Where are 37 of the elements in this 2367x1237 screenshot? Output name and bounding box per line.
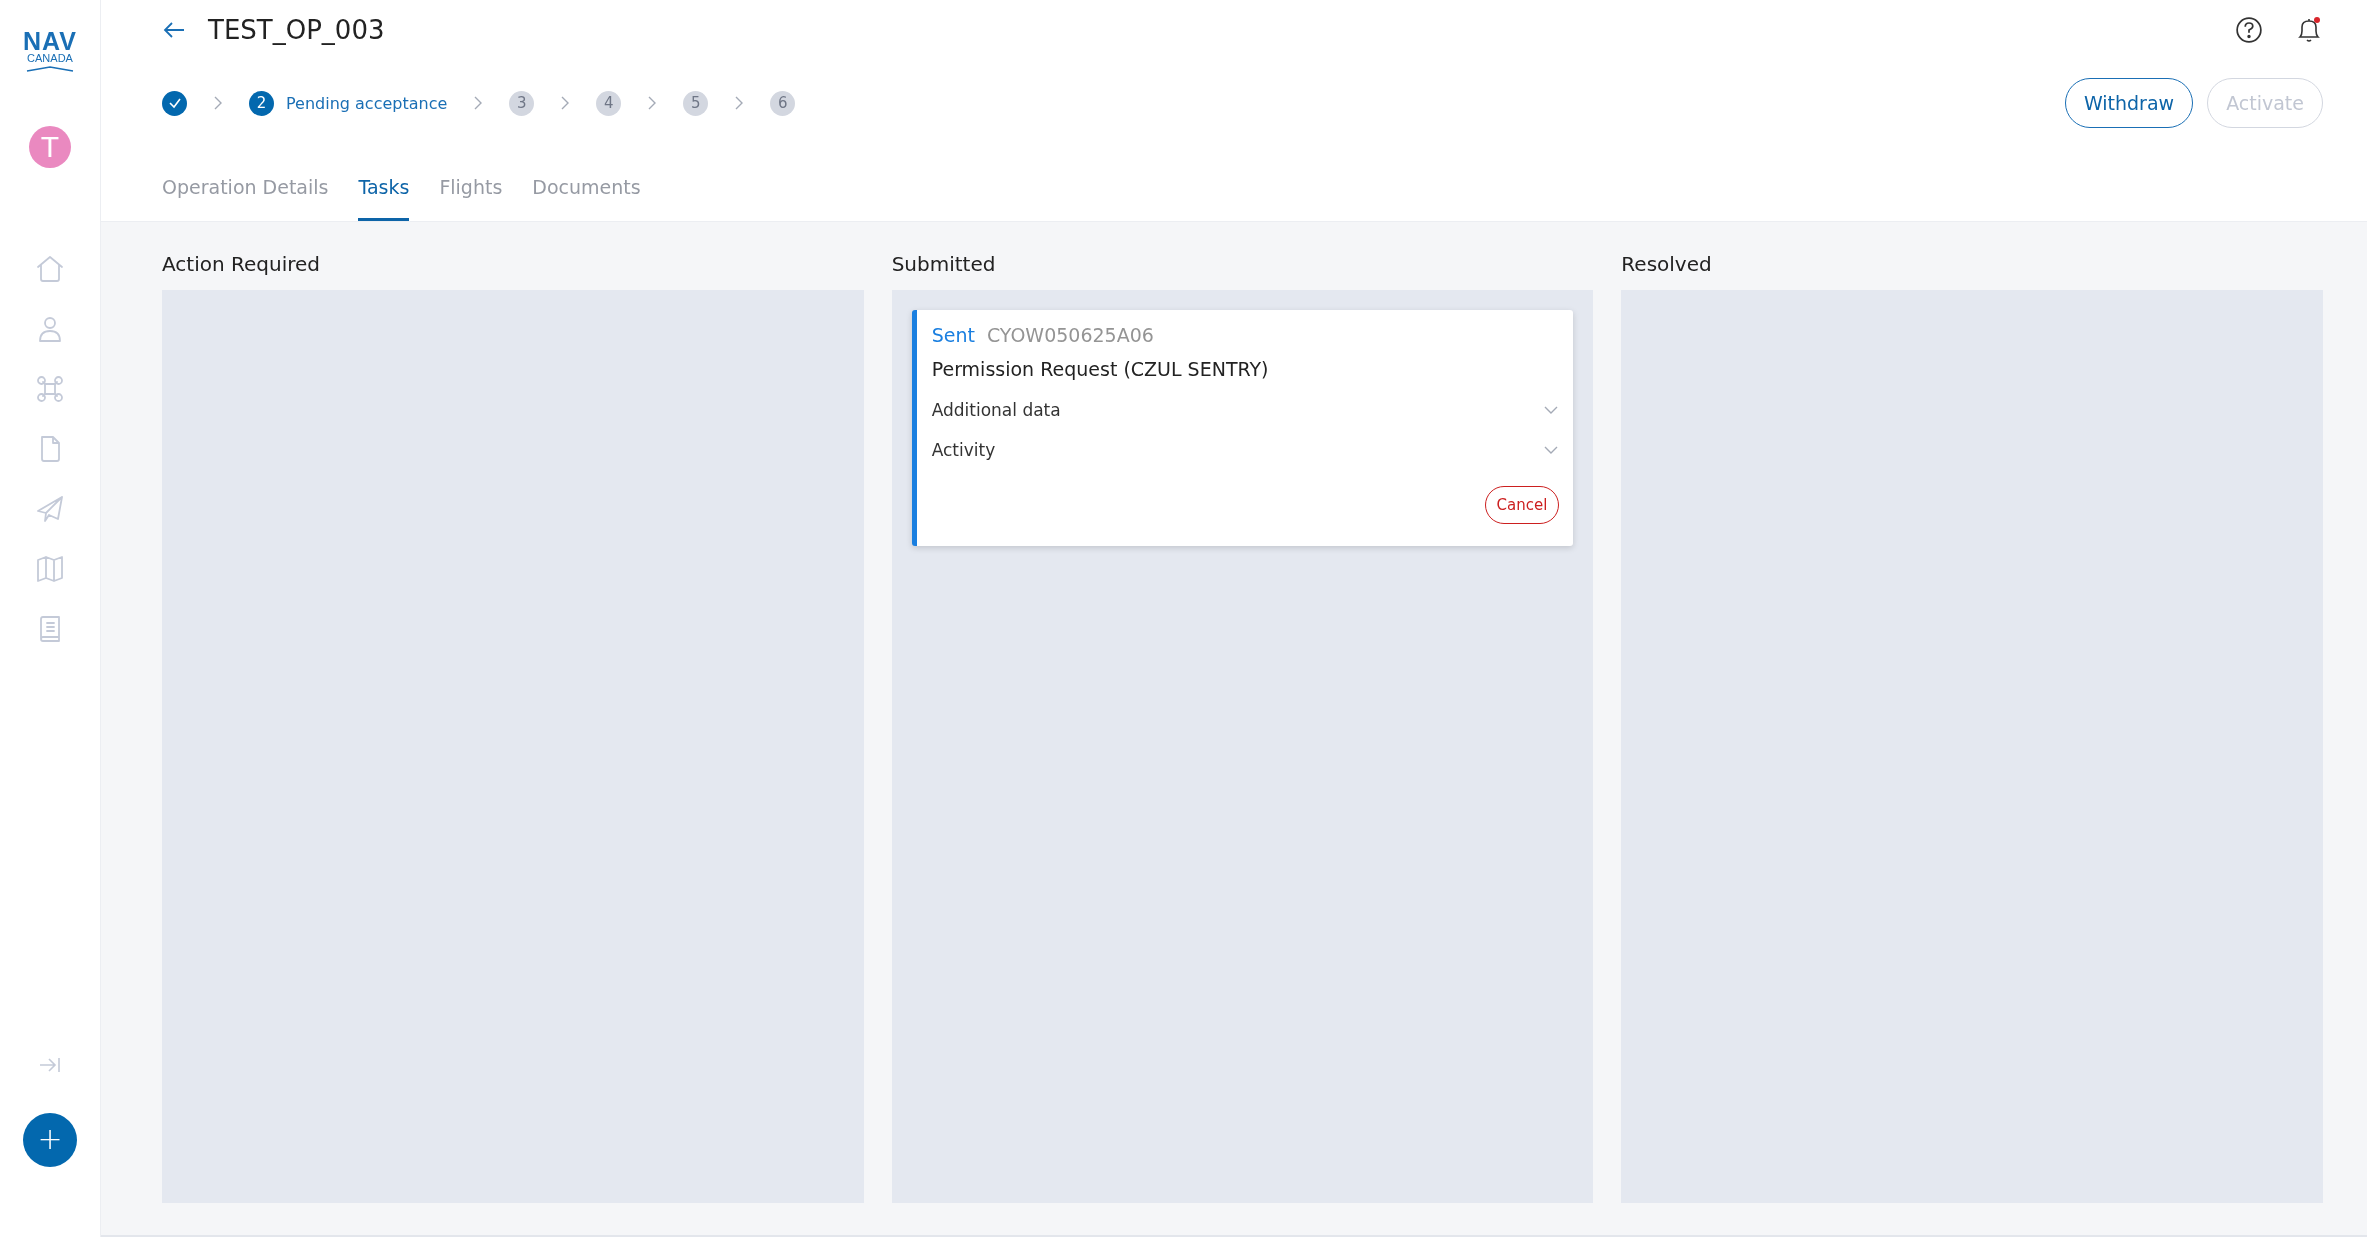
logo-subtitle: CANADA bbox=[27, 52, 73, 64]
reference-number: CYOW050625A06 bbox=[986, 324, 1154, 346]
page-title: TEST_OP_003 bbox=[208, 15, 385, 45]
chevron-down-icon[interactable] bbox=[1543, 445, 1560, 455]
column-title: Submitted bbox=[891, 252, 997, 276]
column-title: Resolved bbox=[1621, 252, 1713, 276]
step-number: 4 bbox=[596, 90, 622, 116]
step-number: 3 bbox=[509, 90, 535, 116]
column-title: Action Required bbox=[162, 252, 321, 276]
step-number: 5 bbox=[683, 90, 709, 116]
logo-arc-icon bbox=[26, 66, 74, 72]
add-button[interactable]: + bbox=[23, 1113, 77, 1167]
section-toggle[interactable]: Additional data bbox=[931, 400, 1544, 420]
logo-wordmark: NAV bbox=[23, 30, 77, 52]
map-icon[interactable] bbox=[35, 554, 65, 584]
paper-plane-icon[interactable] bbox=[35, 494, 65, 524]
chevron-right-icon bbox=[560, 95, 571, 111]
home-icon[interactable] bbox=[35, 254, 65, 284]
chevron-right-icon bbox=[734, 95, 745, 111]
back-arrow-icon[interactable] bbox=[162, 20, 186, 40]
step-label: Pending acceptance bbox=[286, 93, 448, 113]
tab[interactable]: Operation Details bbox=[162, 176, 329, 221]
cancel-button[interactable]: Cancel bbox=[1484, 486, 1560, 524]
action-button[interactable]: Withdraw bbox=[2064, 78, 2194, 128]
status-label: Sent bbox=[931, 324, 975, 346]
chevron-right-icon bbox=[647, 95, 658, 111]
section-toggle[interactable]: Activity bbox=[931, 440, 1544, 460]
step-number: 2 bbox=[249, 90, 274, 116]
notification-bell-icon[interactable] bbox=[2295, 16, 2323, 44]
help-icon[interactable] bbox=[2235, 16, 2263, 44]
step-number: 6 bbox=[770, 90, 796, 116]
chevron-right-icon bbox=[213, 95, 223, 111]
drone-icon[interactable] bbox=[35, 374, 65, 404]
chevron-right-icon bbox=[473, 95, 484, 111]
chevron-down-icon[interactable] bbox=[1543, 405, 1560, 415]
task-title: Permission Request (CZUL SENTRY) bbox=[931, 358, 1270, 380]
expand-sidebar-icon[interactable] bbox=[38, 1055, 62, 1075]
